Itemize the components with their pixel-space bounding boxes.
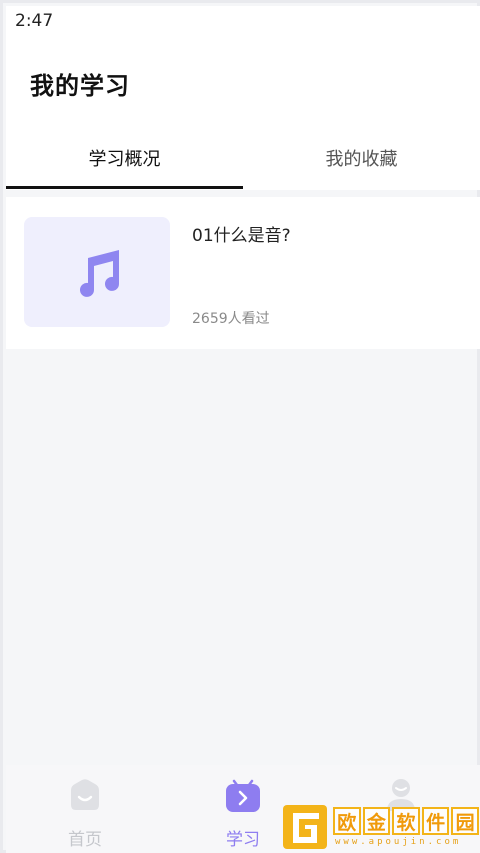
watermark-url: www.apoujin.com [335, 837, 462, 847]
course-item[interactable]: 01什么是音? 2659人看过 [6, 197, 480, 349]
app-frame: 2:47 我的学习 学习概况 我的收藏 01什么是音? 2659人看过 首页 学… [0, 0, 480, 853]
course-thumbnail [24, 217, 170, 327]
course-title: 01什么是音? [192, 226, 291, 246]
study-icon [226, 779, 260, 812]
watermark-text: 欧 金 软 件 园 [333, 807, 479, 835]
nav-label: 首页 [68, 830, 102, 850]
active-tab-indicator [6, 186, 243, 189]
page-title: 我的学习 [30, 72, 130, 100]
watermark-char: 园 [451, 807, 479, 835]
tab-bar: 学习概况 我的收藏 [6, 126, 480, 190]
tab-my-favorites[interactable]: 我的收藏 [243, 126, 480, 190]
course-view-count: 2659人看过 [192, 311, 270, 327]
home-icon [71, 779, 99, 810]
watermark-char: 金 [362, 807, 391, 835]
watermark: 欧 金 软 件 园 www.apoujin.com [281, 803, 479, 853]
watermark-logo-icon [283, 805, 327, 849]
tab-study-overview[interactable]: 学习概况 [6, 126, 243, 190]
watermark-char: 软 [392, 807, 420, 835]
tab-label: 学习概况 [88, 149, 161, 170]
music-note-icon [80, 250, 119, 297]
tab-label: 我的收藏 [325, 149, 398, 170]
page-header: 我的学习 [6, 36, 480, 126]
nav-home[interactable]: 首页 [6, 765, 164, 853]
watermark-char: 欧 [333, 807, 361, 835]
status-time: 2:47 [15, 11, 54, 31]
status-bar: 2:47 [6, 6, 480, 36]
watermark-char: 件 [421, 807, 450, 835]
